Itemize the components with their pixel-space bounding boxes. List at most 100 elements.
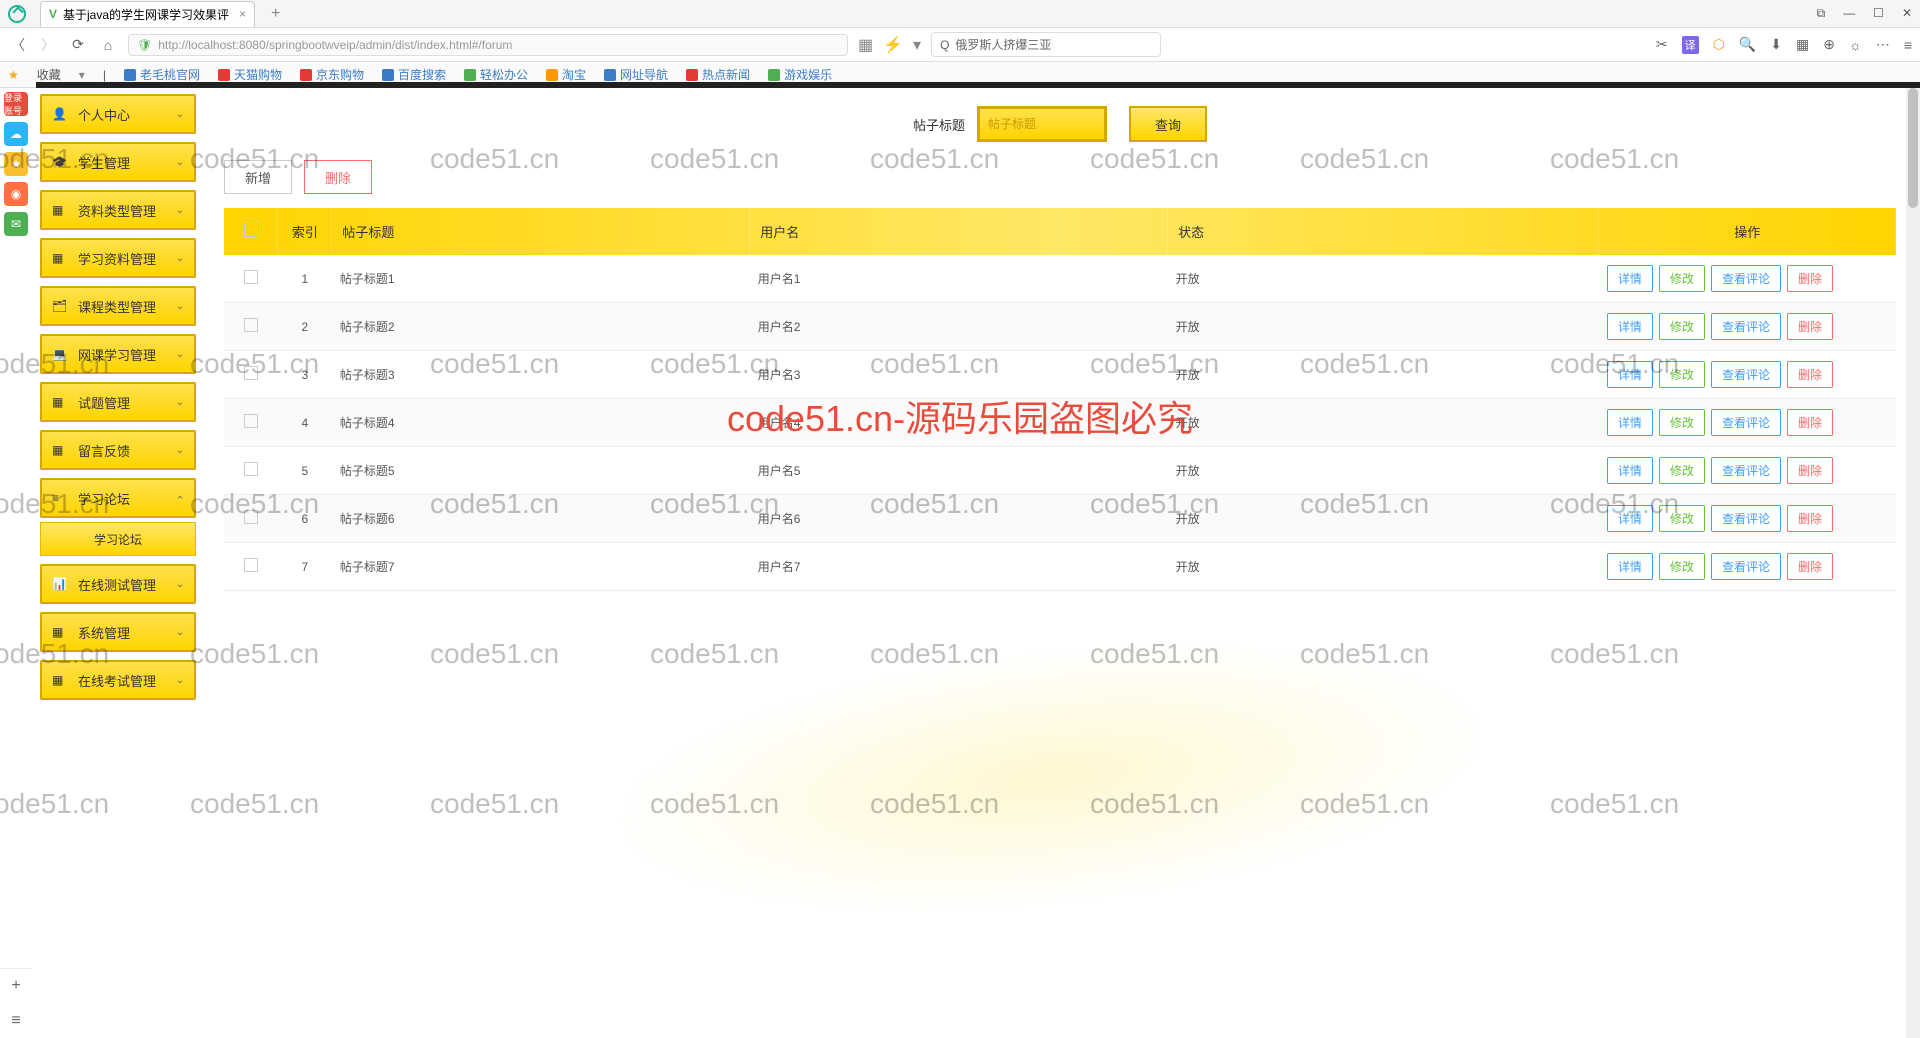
row-checkbox[interactable] [244, 414, 258, 428]
ext-icon[interactable]: ⊕ [1823, 36, 1835, 53]
view-comments-button[interactable]: 查看评论 [1711, 409, 1781, 436]
sidebar-item-1[interactable]: 🎓学生管理⌄ [40, 142, 196, 182]
detail-button[interactable]: 详情 [1607, 409, 1653, 436]
bookmark-8[interactable]: 游戏娱乐 [768, 66, 832, 83]
row-checkbox[interactable] [244, 270, 258, 284]
sidebar-item-10[interactable]: ▦系统管理⌄ [40, 612, 196, 652]
bookmark-6[interactable]: 网址导航 [604, 66, 668, 83]
back-button[interactable]: 〈 [8, 35, 28, 55]
dropdown-icon[interactable]: ▾ [913, 35, 921, 55]
row-delete-button[interactable]: 删除 [1787, 457, 1833, 484]
qr-icon[interactable]: ▦ [858, 35, 873, 55]
sidebar-item-4[interactable]: 🗂课程类型管理⌄ [40, 286, 196, 326]
bookmark-2[interactable]: 京东购物 [300, 66, 364, 83]
more-icon[interactable]: ⋯ [1876, 36, 1890, 53]
dock-add-icon[interactable]: + [11, 977, 20, 995]
dock-item-1[interactable]: ☁ [4, 122, 28, 146]
dock-menu-icon[interactable]: ≡ [11, 1012, 20, 1030]
menu-icon[interactable]: ≡ [1904, 37, 1912, 53]
scissors-icon[interactable]: ✂ [1656, 36, 1668, 53]
magnify-icon[interactable]: 🔍 [1739, 36, 1756, 53]
chevron-down-icon: ⌄ [176, 397, 184, 408]
bookmark-4[interactable]: 轻松办公 [464, 66, 528, 83]
edit-button[interactable]: 修改 [1659, 265, 1705, 292]
scrollbar[interactable] [1906, 88, 1920, 1038]
row-checkbox[interactable] [244, 510, 258, 524]
detail-button[interactable]: 详情 [1607, 457, 1653, 484]
bookmark-3[interactable]: 百度搜索 [382, 66, 446, 83]
sidebar-item-11[interactable]: ▦在线考试管理⌄ [40, 660, 196, 700]
translate-icon[interactable]: 译 [1682, 36, 1699, 54]
row-delete-button[interactable]: 删除 [1787, 505, 1833, 532]
row-delete-button[interactable]: 删除 [1787, 409, 1833, 436]
url-input[interactable]: 🛡 http://localhost:8080/springbootwveip/… [128, 34, 848, 56]
bookmark-7[interactable]: 热点新闻 [686, 66, 750, 83]
view-comments-button[interactable]: 查看评论 [1711, 457, 1781, 484]
view-comments-button[interactable]: 查看评论 [1711, 505, 1781, 532]
close-icon[interactable]: × [239, 7, 246, 21]
download-icon[interactable]: ⬇ [1770, 36, 1782, 53]
scrollbar-thumb[interactable] [1908, 88, 1918, 208]
browser-tab[interactable]: V 基于java的学生网课学习效果评 × [40, 1, 255, 27]
edit-button[interactable]: 修改 [1659, 313, 1705, 340]
sidebar-item-0[interactable]: 👤个人中心⌄ [40, 94, 196, 134]
edit-button[interactable]: 修改 [1659, 505, 1705, 532]
row-checkbox[interactable] [244, 318, 258, 332]
row-delete-button[interactable]: 删除 [1787, 265, 1833, 292]
query-button[interactable]: 查询 [1129, 106, 1207, 142]
row-delete-button[interactable]: 删除 [1787, 361, 1833, 388]
edit-button[interactable]: 修改 [1659, 409, 1705, 436]
shield2-icon[interactable]: ⬡ [1713, 36, 1725, 53]
edit-button[interactable]: 修改 [1659, 553, 1705, 580]
delete-button[interactable]: 删除 [304, 160, 372, 194]
bookmarks-chevron-icon[interactable]: ▾ [79, 68, 85, 82]
search-input[interactable] [977, 106, 1107, 142]
detail-button[interactable]: 详情 [1607, 313, 1653, 340]
row-checkbox[interactable] [244, 558, 258, 572]
view-comments-button[interactable]: 查看评论 [1711, 313, 1781, 340]
row-checkbox[interactable] [244, 462, 258, 476]
flash-icon[interactable]: ⚡ [883, 35, 903, 55]
home-button[interactable]: ⌂ [98, 35, 118, 55]
sun-icon[interactable]: ☼ [1849, 37, 1862, 53]
bookmark-0[interactable]: 老毛桃官网 [124, 66, 200, 83]
sidebar-item-6[interactable]: ▦试题管理⌄ [40, 382, 196, 422]
row-delete-button[interactable]: 删除 [1787, 313, 1833, 340]
sidebar-item-7[interactable]: ▦留言反馈⌄ [40, 430, 196, 470]
bookmark-5[interactable]: 淘宝 [546, 66, 586, 83]
select-all-checkbox[interactable] [244, 223, 258, 237]
dock-item-3[interactable]: ◉ [4, 182, 28, 206]
dock-item-2[interactable]: ★ [4, 152, 28, 176]
minimize-icon[interactable]: — [1843, 6, 1855, 21]
edit-button[interactable]: 修改 [1659, 361, 1705, 388]
row-delete-button[interactable]: 删除 [1787, 553, 1833, 580]
sidebar-item-3[interactable]: ▦学习资料管理⌄ [40, 238, 196, 278]
dock-item-4[interactable]: ✉ [4, 212, 28, 236]
detail-button[interactable]: 详情 [1607, 505, 1653, 532]
forward-button[interactable]: 〉 [38, 35, 58, 55]
bookmark-1[interactable]: 天猫购物 [218, 66, 282, 83]
sidebar-item-5[interactable]: 💻网课学习管理⌄ [40, 334, 196, 374]
apps-icon[interactable]: ▦ [1796, 36, 1809, 53]
detail-button[interactable]: 详情 [1607, 361, 1653, 388]
view-comments-button[interactable]: 查看评论 [1711, 265, 1781, 292]
detail-button[interactable]: 详情 [1607, 553, 1653, 580]
dock-login[interactable]: 登录账号 [4, 92, 28, 116]
detail-button[interactable]: 详情 [1607, 265, 1653, 292]
sidebar-subitem-8[interactable]: 学习论坛 [40, 522, 196, 556]
browser-search[interactable]: Q 俄罗斯人挤爆三亚 [931, 32, 1161, 57]
edit-button[interactable]: 修改 [1659, 457, 1705, 484]
reload-button[interactable]: ⟳ [68, 35, 88, 55]
view-comments-button[interactable]: 查看评论 [1711, 361, 1781, 388]
sidebar-item-8[interactable]: ≡学习论坛⌄ [40, 478, 196, 518]
window-close-icon[interactable]: ✕ [1902, 6, 1912, 21]
row-title: 帖子标题2 [332, 303, 750, 351]
sidebar-item-2[interactable]: ▦资料类型管理⌄ [40, 190, 196, 230]
view-comments-button[interactable]: 查看评论 [1711, 553, 1781, 580]
sidebar-item-9[interactable]: 📊在线测试管理⌄ [40, 564, 196, 604]
add-button[interactable]: 新增 [224, 160, 292, 194]
new-tab-button[interactable]: + [271, 5, 280, 23]
maximize-icon[interactable]: ☐ [1873, 6, 1884, 21]
row-checkbox[interactable] [244, 366, 258, 380]
window-tab-icon[interactable]: ⧉ [1817, 6, 1826, 21]
